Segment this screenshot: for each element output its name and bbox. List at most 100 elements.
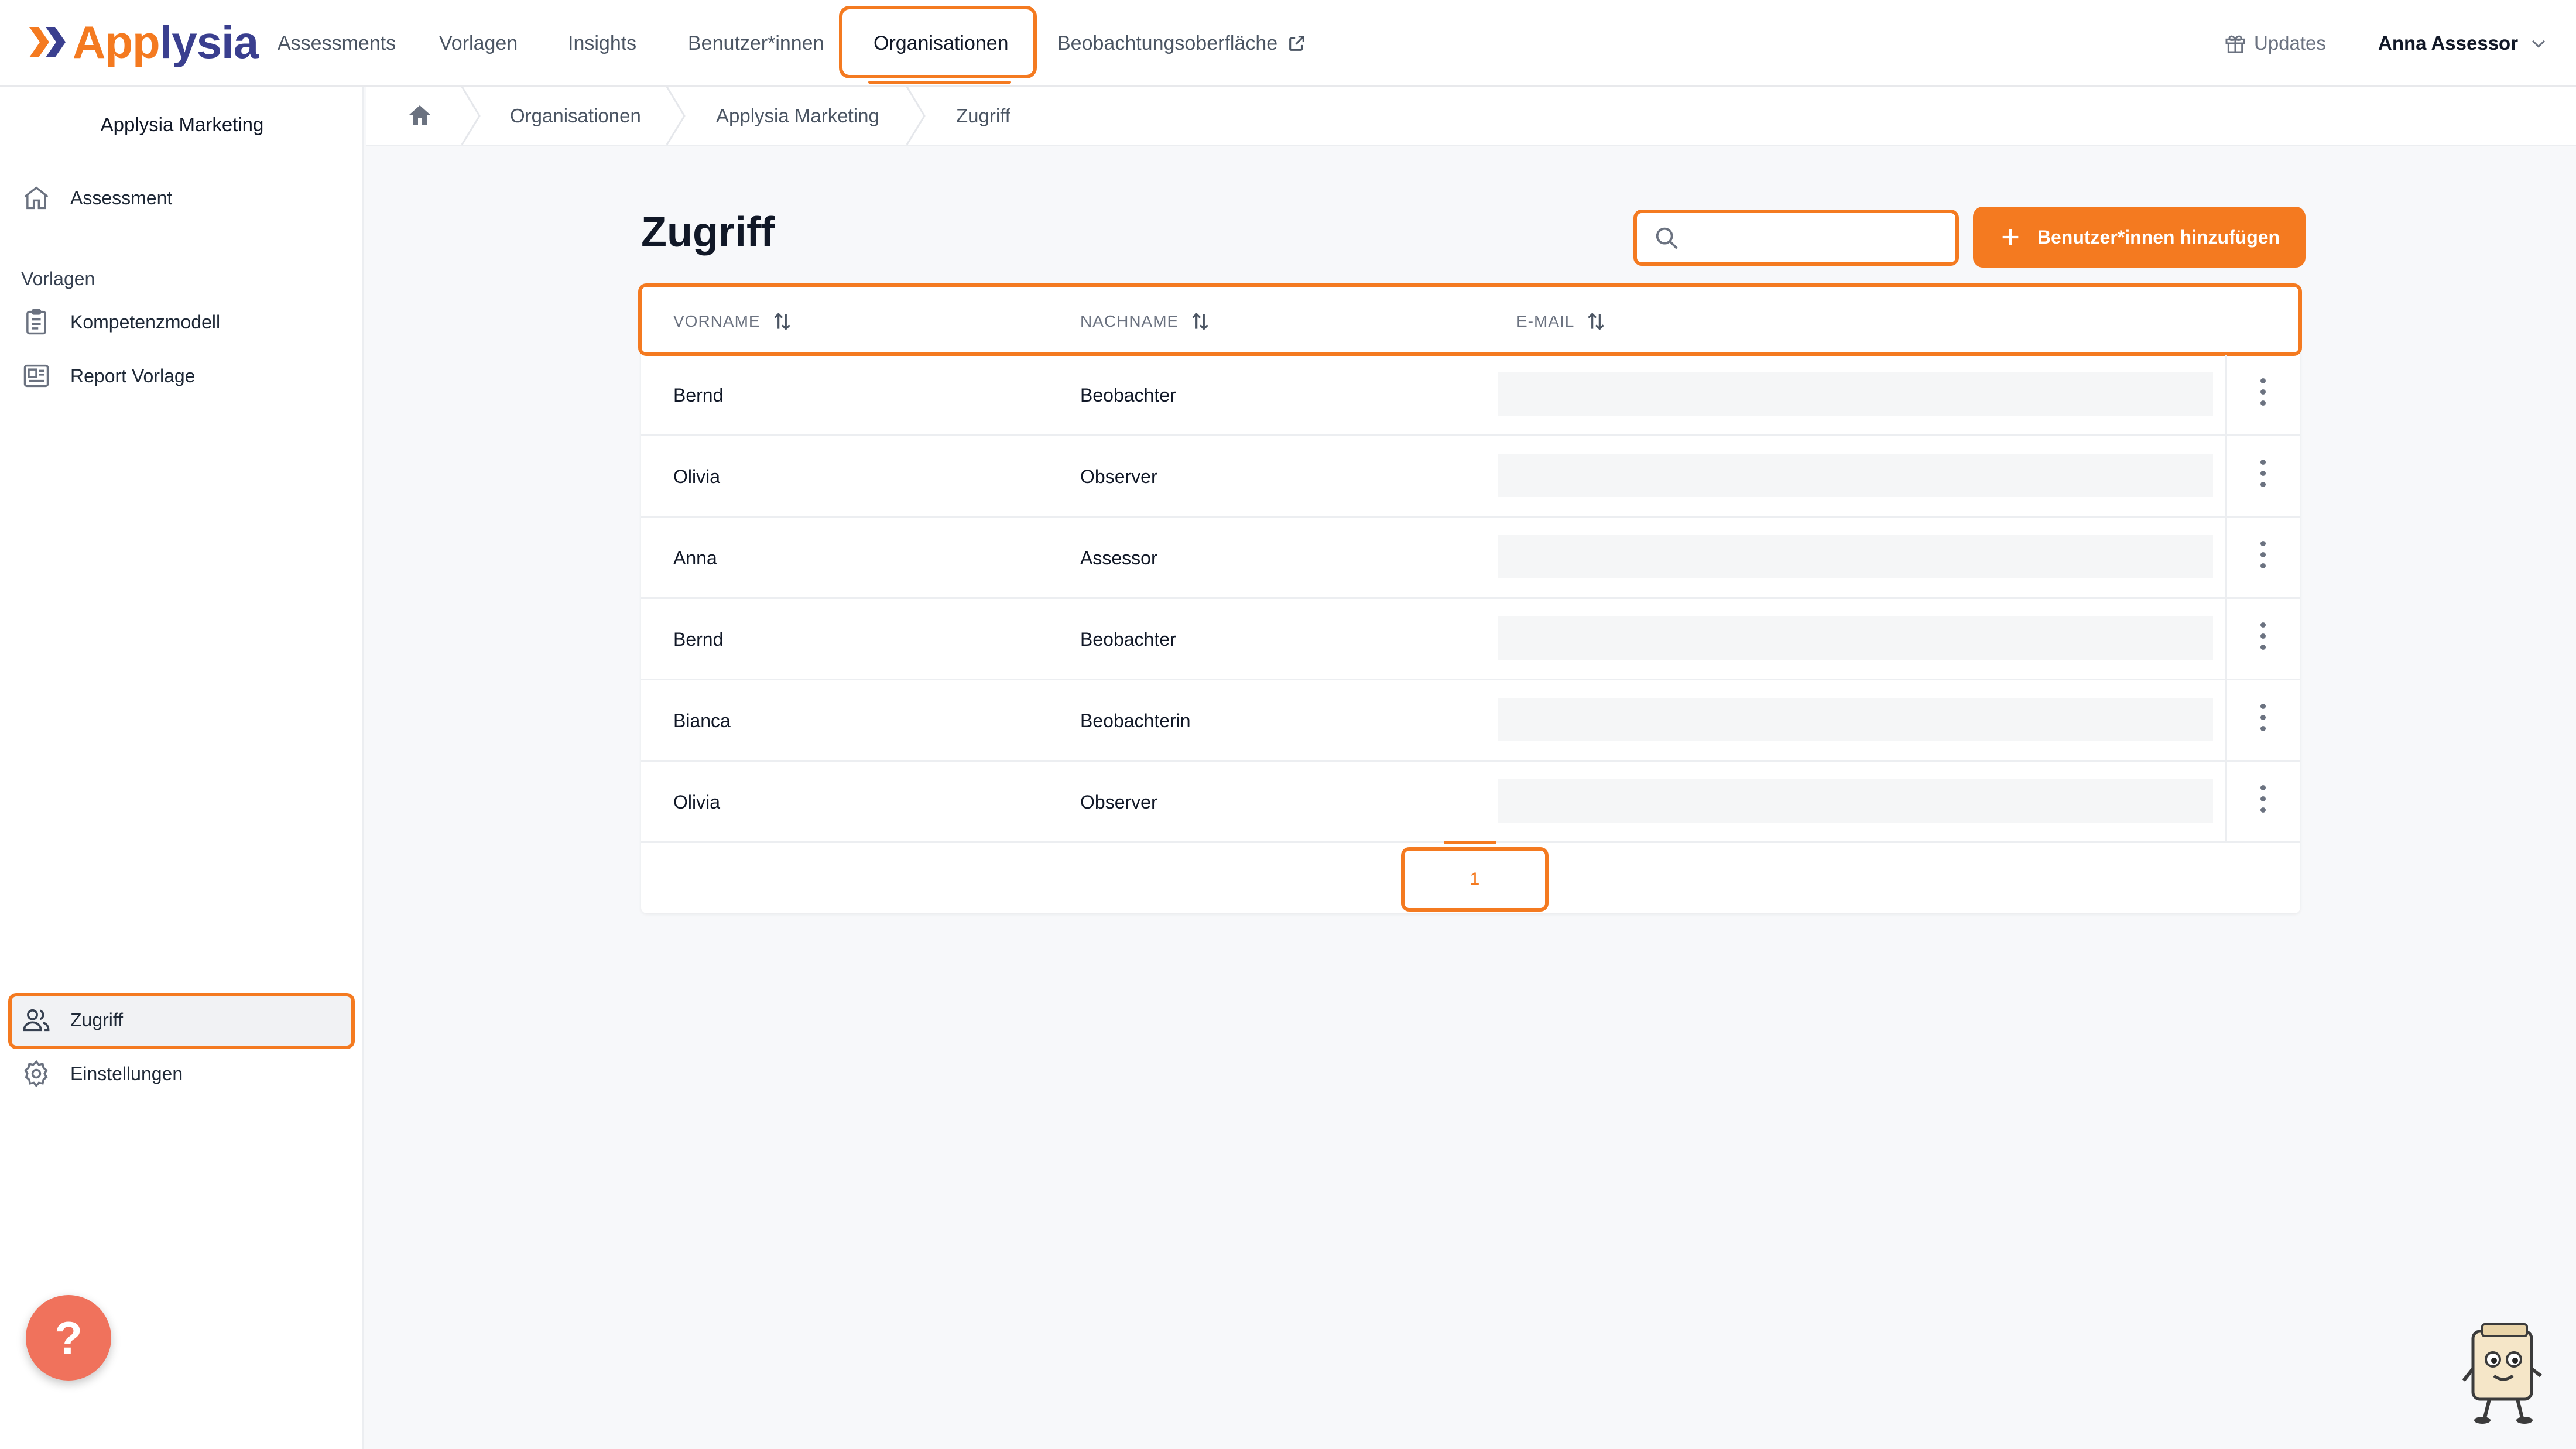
breadcrumb-separator-icon (666, 87, 686, 145)
cell-vorname: Bianca (673, 710, 731, 731)
cell-email (1498, 372, 2213, 416)
user-menu[interactable]: Anna Assessor (2378, 0, 2548, 87)
row-divider (2225, 355, 2227, 436)
table-row[interactable]: Olivia Observer (641, 762, 2300, 843)
table-row[interactable]: Anna Assessor (641, 518, 2300, 599)
table-row[interactable]: Bernd Beobachter (641, 355, 2300, 436)
sidebar: Applysia Marketing Assessment Vorlagen K… (0, 87, 364, 1449)
column-header-nachname[interactable]: NACHNAME (1080, 310, 1211, 333)
column-header-label: NACHNAME (1080, 312, 1179, 330)
sidebar-item-report-vorlage[interactable]: Report Vorlage (21, 361, 195, 391)
sidebar-item-label: Assessment (70, 187, 173, 208)
add-users-button[interactable]: Benutzer*innen hinzufügen (1976, 210, 2303, 265)
report-icon (23, 364, 49, 388)
cell-vorname: Bernd (673, 629, 724, 650)
gift-icon (2225, 35, 2245, 53)
cell-nachname: Beobachter (1080, 629, 1176, 650)
nav-insights[interactable]: Insights (568, 0, 636, 87)
column-header-email[interactable]: E-MAIL (1516, 310, 1607, 333)
nav-beobachtungsoberflaeche-label: Beobachtungsoberfläche (1057, 32, 1278, 54)
sidebar-section-vorlagen: Vorlagen (21, 268, 95, 289)
nav-benutzer-innen[interactable]: Benutzer*innen (688, 0, 824, 87)
add-users-button-label: Benutzer*innen hinzufügen (2037, 226, 2280, 248)
pagination-page-button[interactable]: 1 (1401, 847, 1549, 912)
updates-button[interactable]: Updates (2224, 0, 2326, 87)
cell-email (1498, 454, 2213, 497)
breadcrumb-separator-icon (461, 87, 481, 145)
cell-email (1498, 535, 2213, 578)
row-divider (2225, 599, 2227, 680)
gear-icon (24, 1060, 48, 1088)
row-divider (2225, 436, 2227, 518)
nav-active-underline (868, 81, 1011, 84)
cell-nachname: Observer (1080, 792, 1157, 813)
cell-nachname: Beobachter (1080, 385, 1176, 406)
users-icon (23, 1009, 50, 1032)
cell-vorname: Olivia (673, 466, 721, 487)
cell-email (1498, 779, 2213, 823)
help-button[interactable]: ? (26, 1295, 111, 1381)
clipboard-icon (26, 309, 46, 335)
breadcrumb-separator-icon (906, 87, 926, 145)
sidebar-item-kompetenzmodell[interactable]: Kompetenzmodell (21, 307, 220, 337)
home-icon[interactable] (406, 102, 434, 130)
table-row[interactable]: Olivia Observer (641, 436, 2300, 518)
breadcrumb-zugriff: Zugriff (956, 104, 1010, 126)
cell-vorname: Olivia (673, 792, 721, 813)
column-header-label: E-MAIL (1516, 312, 1575, 330)
nav-organisationen[interactable]: Organisationen (873, 0, 1009, 87)
nav-assessments[interactable]: Assessments (278, 0, 396, 87)
sidebar-item-label: Kompetenzmodell (70, 311, 221, 333)
sidebar-org-name: Applysia Marketing (100, 114, 264, 135)
applysia-logo[interactable]: Applysia (28, 13, 259, 71)
home-icon (24, 186, 49, 210)
table-row[interactable]: Bianca Beobachterin (641, 680, 2300, 762)
cell-email (1498, 616, 2213, 660)
more-options-icon[interactable] (2258, 541, 2267, 576)
row-divider (2225, 680, 2227, 762)
breadcrumb-organisationen[interactable]: Organisationen (510, 87, 641, 145)
column-header-label: VORNAME (673, 312, 761, 330)
mascot-assistant-icon[interactable] (2457, 1322, 2550, 1427)
cell-email (1498, 698, 2213, 741)
more-options-icon[interactable] (2258, 704, 2267, 739)
cell-vorname: Anna (673, 547, 717, 568)
sort-icon (1588, 313, 1605, 330)
top-navigation-bar: Applysia Assessments Vorlagen Insights B… (0, 0, 2576, 87)
cell-vorname: Bernd (673, 385, 724, 406)
column-header-vorname[interactable]: VORNAME (673, 310, 793, 333)
cell-nachname: Assessor (1080, 547, 1157, 568)
updates-label: Updates (2254, 32, 2326, 54)
breadcrumb-applysia-marketing[interactable]: Applysia Marketing (716, 87, 879, 145)
nav-vorlagen[interactable]: Vorlagen (439, 0, 518, 87)
sidebar-item-einstellungen[interactable]: Einstellungen (21, 1059, 183, 1089)
chevron-down-icon (2532, 40, 2545, 48)
sidebar-item-label: Zugriff (70, 1009, 124, 1030)
logo-chevrons-icon (29, 27, 66, 57)
nav-beobachtungsoberflaeche[interactable]: Beobachtungsoberfläche (1057, 0, 1307, 87)
search-box[interactable] (1633, 210, 1959, 266)
more-options-icon[interactable] (2258, 378, 2267, 413)
sort-icon (773, 313, 790, 330)
sidebar-item-zugriff[interactable]: Zugriff (21, 1005, 123, 1035)
pagination-active-indicator (1444, 841, 1496, 844)
sort-icon (1192, 313, 1209, 330)
search-input[interactable] (1691, 219, 1948, 256)
sidebar-item-assessment[interactable]: Assessment (21, 183, 172, 213)
breadcrumb: Organisationen Applysia Marketing Zugrif… (366, 87, 2576, 146)
more-options-icon[interactable] (2258, 785, 2267, 820)
logo-wordmark: Applysia (73, 16, 259, 68)
external-link-icon (1289, 36, 1305, 51)
row-divider (2225, 762, 2227, 843)
plus-icon (2002, 229, 2019, 245)
more-options-icon[interactable] (2258, 460, 2267, 495)
cell-nachname: Observer (1080, 466, 1157, 487)
search-icon (1656, 227, 1678, 249)
sidebar-item-label: Einstellungen (70, 1063, 183, 1084)
table-row[interactable]: Bernd Beobachter (641, 599, 2300, 680)
sidebar-item-label: Report Vorlage (70, 365, 196, 386)
page-title: Zugriff (641, 209, 775, 256)
table-header-highlight (638, 283, 2302, 356)
cell-nachname: Beobachterin (1080, 710, 1191, 731)
more-options-icon[interactable] (2258, 622, 2267, 657)
